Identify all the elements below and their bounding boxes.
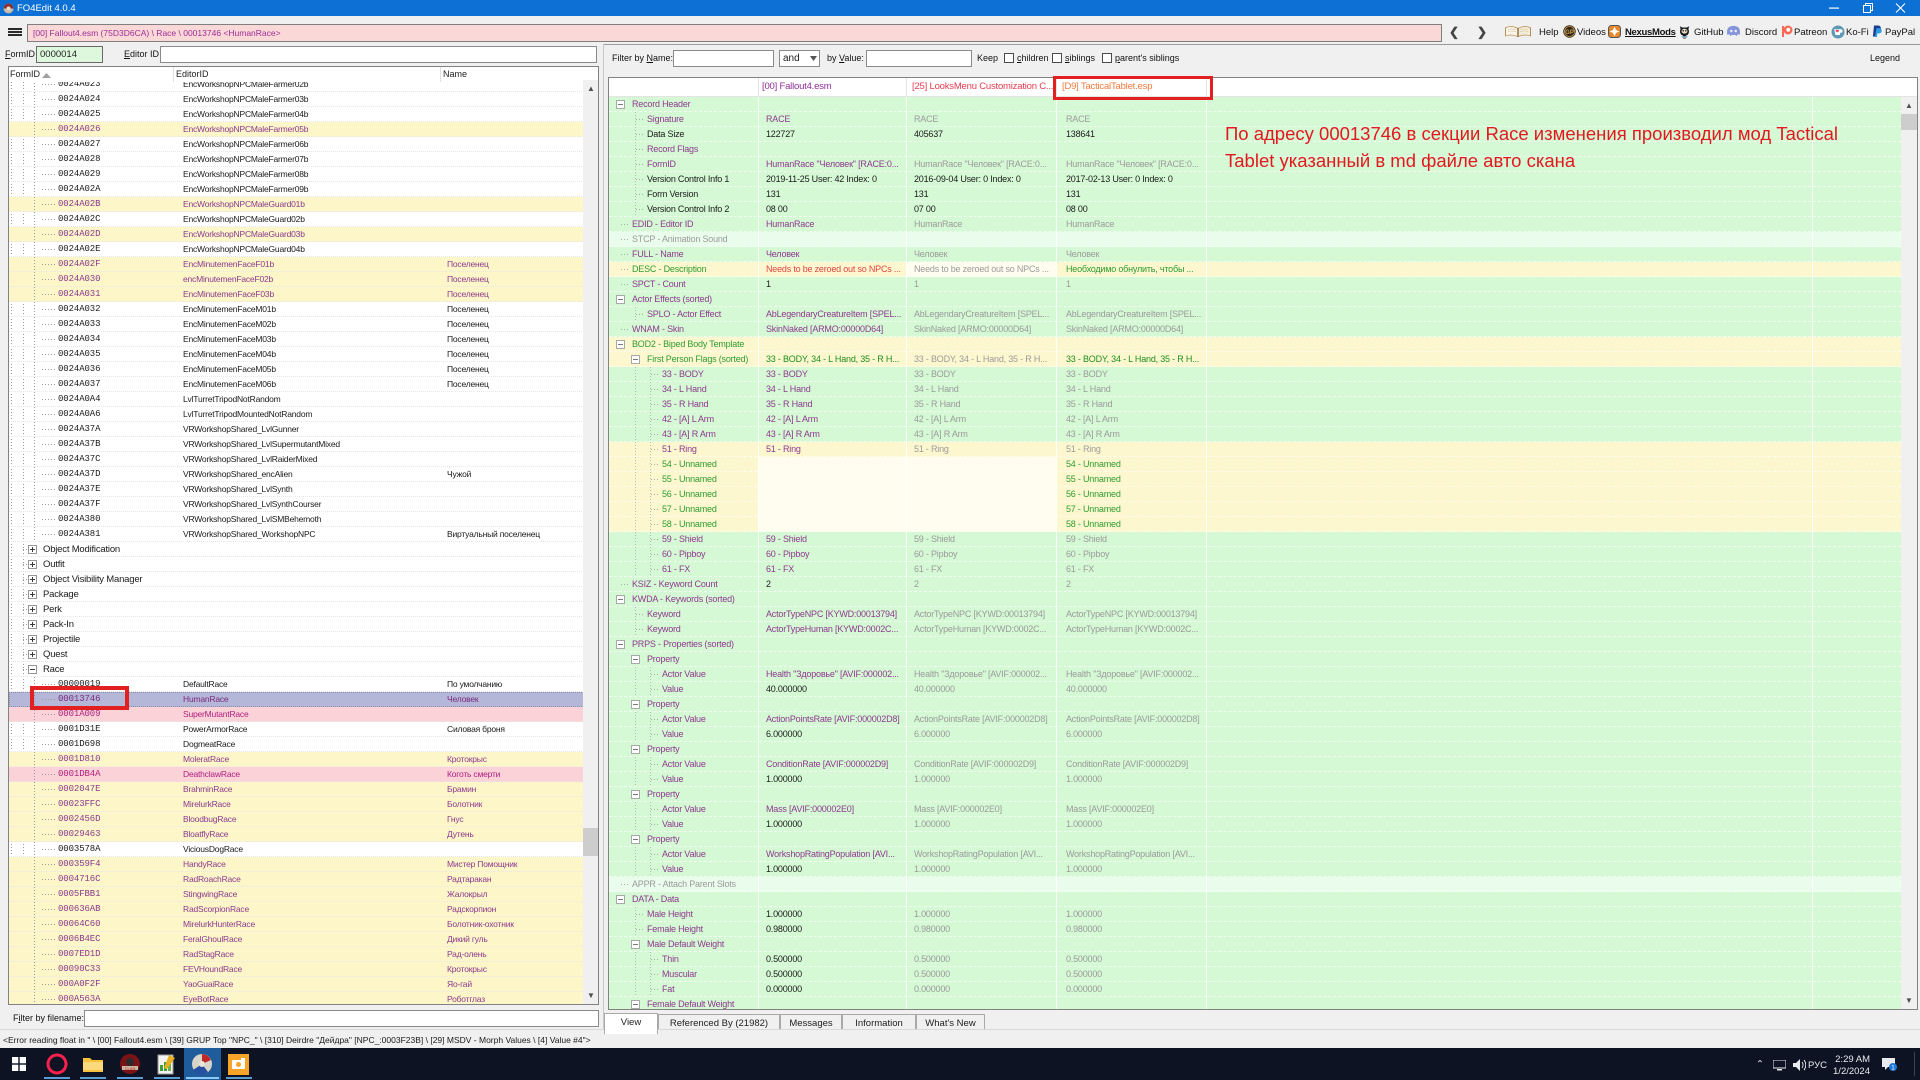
svg-text:GP: GP [1565,30,1574,36]
svg-text:CLAN: CLAN [125,1066,136,1071]
